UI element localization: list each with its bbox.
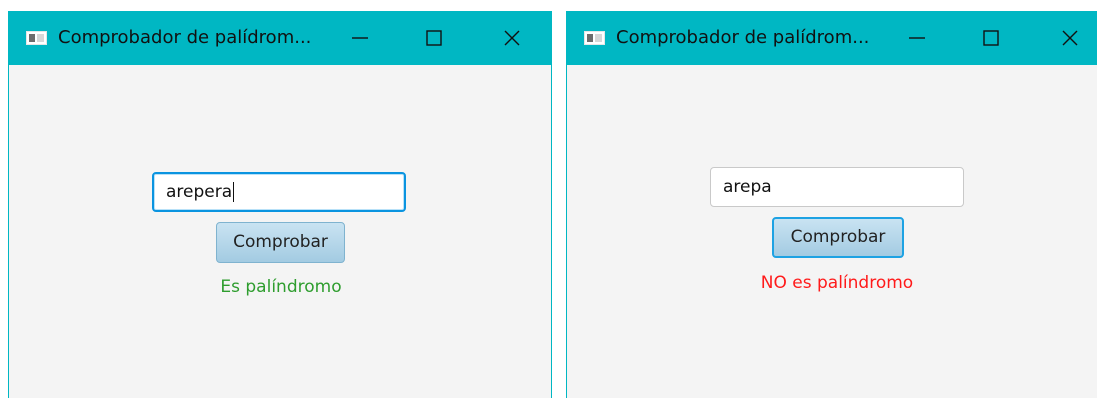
minimize-button[interactable] <box>899 22 935 54</box>
minimize-icon <box>909 37 925 39</box>
text-input[interactable]: arepera <box>152 172 406 212</box>
close-button[interactable] <box>1052 22 1088 54</box>
minimize-icon <box>352 37 368 39</box>
app-window-palindrome-false: Comprobador de palídrom... arepa Comprob… <box>566 11 1097 398</box>
title-bar[interactable]: Comprobador de palídrom... <box>567 11 1097 65</box>
text-input[interactable]: arepa <box>710 167 964 207</box>
maximize-icon <box>426 30 442 46</box>
maximize-button[interactable] <box>416 22 452 54</box>
text-caret <box>233 182 235 202</box>
close-icon <box>1062 30 1078 46</box>
minimize-button[interactable] <box>342 22 378 54</box>
window-title: Comprobador de palídrom... <box>616 27 870 48</box>
close-button[interactable] <box>494 22 530 54</box>
check-button[interactable]: Comprobar <box>216 222 345 263</box>
app-window-palindrome-true: Comprobador de palídrom... arepera Compr… <box>8 11 552 398</box>
text-input-value: arepera <box>166 182 233 202</box>
app-window-icon <box>584 31 605 45</box>
maximize-icon <box>983 30 999 46</box>
result-label: NO es palíndromo <box>760 273 914 293</box>
close-icon <box>504 30 520 46</box>
maximize-button[interactable] <box>973 22 1009 54</box>
check-button[interactable]: Comprobar <box>772 217 904 258</box>
result-label: Es palíndromo <box>220 277 342 297</box>
title-bar[interactable]: Comprobador de palídrom... <box>9 11 551 65</box>
window-title: Comprobador de palídrom... <box>58 27 312 48</box>
app-window-icon <box>26 31 47 45</box>
text-input-value: arepa <box>723 177 772 197</box>
